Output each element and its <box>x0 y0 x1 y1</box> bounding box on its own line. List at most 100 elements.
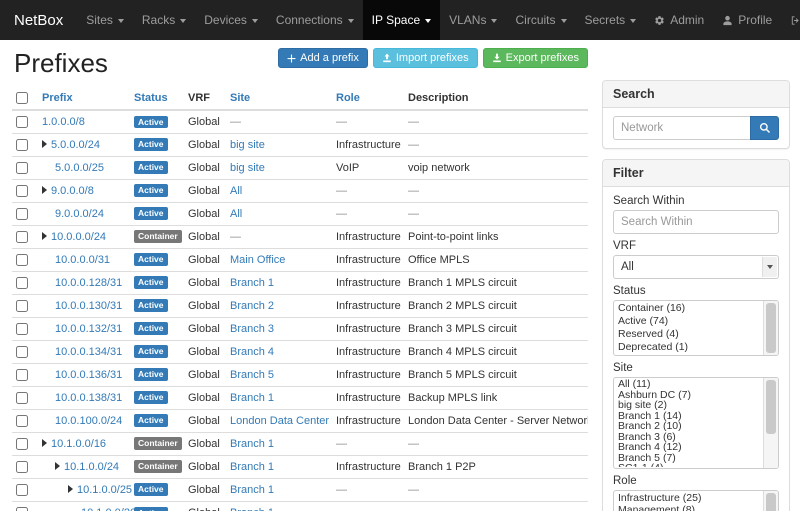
site-link[interactable]: Branch 4 <box>230 346 274 358</box>
search-input[interactable] <box>613 116 750 140</box>
prefix-link[interactable]: 5.0.0.0/24 <box>51 139 100 151</box>
row-checkbox[interactable] <box>16 323 28 335</box>
prefix-link[interactable]: 10.0.0.138/31 <box>55 392 122 404</box>
row-checkbox[interactable] <box>16 438 28 450</box>
expand-arrow-icon[interactable] <box>42 232 47 240</box>
prefix-link[interactable]: 10.1.0.0/25 <box>77 484 132 496</box>
row-checkbox[interactable] <box>16 346 28 358</box>
nav-item-circuits[interactable]: Circuits <box>506 0 575 40</box>
nav-item-profile[interactable]: Profile <box>713 0 781 40</box>
site-link[interactable]: Branch 1 <box>230 461 274 473</box>
select-arrow-button[interactable] <box>762 257 777 277</box>
prefix-link[interactable]: 10.1.0.0/26 <box>81 507 136 511</box>
row-checkbox[interactable] <box>16 300 28 312</box>
filter-input-search-within[interactable] <box>613 210 779 234</box>
site-link[interactable]: All <box>230 185 242 197</box>
prefix-link[interactable]: 10.0.0.136/31 <box>55 369 122 381</box>
listbox-option[interactable]: Reserved (4) <box>615 328 762 341</box>
nav-item-admin[interactable]: Admin <box>645 0 713 40</box>
site-link[interactable]: Branch 3 <box>230 323 274 335</box>
row-checkbox[interactable] <box>16 461 28 473</box>
site-link[interactable]: Branch 2 <box>230 300 274 312</box>
expand-arrow-icon[interactable] <box>42 439 47 447</box>
import-prefixes-button[interactable]: Import prefixes <box>373 48 478 68</box>
row-checkbox[interactable] <box>16 208 28 220</box>
row-checkbox[interactable] <box>16 231 28 243</box>
row-checkbox[interactable] <box>16 254 28 266</box>
prefix-link[interactable]: 10.0.0.128/31 <box>55 277 122 289</box>
add-prefix-button[interactable]: Add a prefix <box>278 48 368 68</box>
prefix-link[interactable]: 10.1.0.0/24 <box>64 461 119 473</box>
site-link[interactable]: big site <box>230 162 265 174</box>
site-link[interactable]: Main Office <box>230 254 285 266</box>
site-link[interactable]: Branch 1 <box>230 507 274 511</box>
nav-item-vlans[interactable]: VLANs <box>440 0 506 40</box>
listbox-option[interactable]: big site (2) <box>615 400 762 411</box>
prefix-link[interactable]: 9.0.0.0/8 <box>51 185 94 197</box>
listbox-option[interactable]: Deprecated (1) <box>615 341 762 354</box>
column-header-site[interactable]: Site <box>226 87 332 110</box>
listbox-option[interactable]: Management (8) <box>615 504 762 511</box>
prefix-link[interactable]: 10.0.100.0/24 <box>55 415 122 427</box>
scrollbar[interactable] <box>763 378 778 468</box>
prefix-link[interactable]: 1.0.0.0/8 <box>42 116 85 128</box>
expand-arrow-icon[interactable] <box>42 186 47 194</box>
scrollbar[interactable] <box>763 491 778 511</box>
row-checkbox[interactable] <box>16 162 28 174</box>
nav-item-devices[interactable]: Devices <box>195 0 267 40</box>
filter-select-vrf[interactable]: All <box>613 255 779 279</box>
select-all-checkbox[interactable] <box>16 92 28 104</box>
column-header-role[interactable]: Role <box>332 87 404 110</box>
app-logo[interactable]: NetBox <box>0 0 77 40</box>
site-link[interactable]: All <box>230 208 242 220</box>
scrollbar-thumb[interactable] <box>766 493 776 511</box>
prefix-link[interactable]: 10.0.0.0/31 <box>55 254 110 266</box>
prefix-link[interactable]: 10.1.0.0/16 <box>51 438 106 450</box>
listbox-option[interactable]: Branch 2 (10) <box>615 421 762 432</box>
scrollbar[interactable] <box>763 301 778 355</box>
prefix-link[interactable]: 10.0.0.130/31 <box>55 300 122 312</box>
expand-arrow-icon[interactable] <box>42 140 47 148</box>
listbox-option[interactable]: Active (74) <box>615 315 762 328</box>
nav-item-racks[interactable]: Racks <box>133 0 195 40</box>
column-header-status[interactable]: Status <box>130 87 184 110</box>
scrollbar-thumb[interactable] <box>766 303 776 353</box>
listbox-option[interactable]: All (11) <box>615 379 762 390</box>
nav-item-secrets[interactable]: Secrets <box>576 0 646 40</box>
listbox-option[interactable]: Infrastructure (25) <box>615 492 762 504</box>
expand-arrow-icon[interactable] <box>68 485 73 493</box>
row-checkbox[interactable] <box>16 415 28 427</box>
site-link[interactable]: London Data Center <box>230 415 329 427</box>
row-checkbox[interactable] <box>16 116 28 128</box>
row-checkbox[interactable] <box>16 139 28 151</box>
nav-item-ip-space[interactable]: IP Space <box>363 0 440 40</box>
row-checkbox[interactable] <box>16 369 28 381</box>
nav-item-logout[interactable]: Log out <box>781 0 800 40</box>
row-checkbox[interactable] <box>16 507 28 511</box>
row-checkbox[interactable] <box>16 277 28 289</box>
nav-item-connections[interactable]: Connections <box>267 0 363 40</box>
row-checkbox[interactable] <box>16 392 28 404</box>
prefix-link[interactable]: 10.0.0.0/24 <box>51 231 106 243</box>
nav-item-sites[interactable]: Sites <box>77 0 133 40</box>
site-link[interactable]: big site <box>230 139 265 151</box>
prefix-link[interactable]: 5.0.0.0/25 <box>55 162 104 174</box>
row-checkbox[interactable] <box>16 185 28 197</box>
export-prefixes-button[interactable]: Export prefixes <box>483 48 588 68</box>
listbox-option[interactable]: SC1-1 (4) <box>615 463 762 467</box>
search-button[interactable] <box>750 116 779 140</box>
listbox-option[interactable]: Container (16) <box>615 302 762 315</box>
site-link[interactable]: Branch 1 <box>230 438 274 450</box>
expand-arrow-icon[interactable] <box>55 462 60 470</box>
row-checkbox[interactable] <box>16 484 28 496</box>
listbox-option[interactable]: Branch 4 (12) <box>615 442 762 453</box>
prefix-link[interactable]: 9.0.0.0/24 <box>55 208 104 220</box>
prefix-link[interactable]: 10.0.0.132/31 <box>55 323 122 335</box>
prefix-link[interactable]: 10.0.0.134/31 <box>55 346 122 358</box>
site-link[interactable]: Branch 1 <box>230 277 274 289</box>
site-link[interactable]: Branch 1 <box>230 484 274 496</box>
site-link[interactable]: Branch 1 <box>230 392 274 404</box>
site-link[interactable]: Branch 5 <box>230 369 274 381</box>
column-header-prefix[interactable]: Prefix <box>38 87 130 110</box>
scrollbar-thumb[interactable] <box>766 380 776 434</box>
